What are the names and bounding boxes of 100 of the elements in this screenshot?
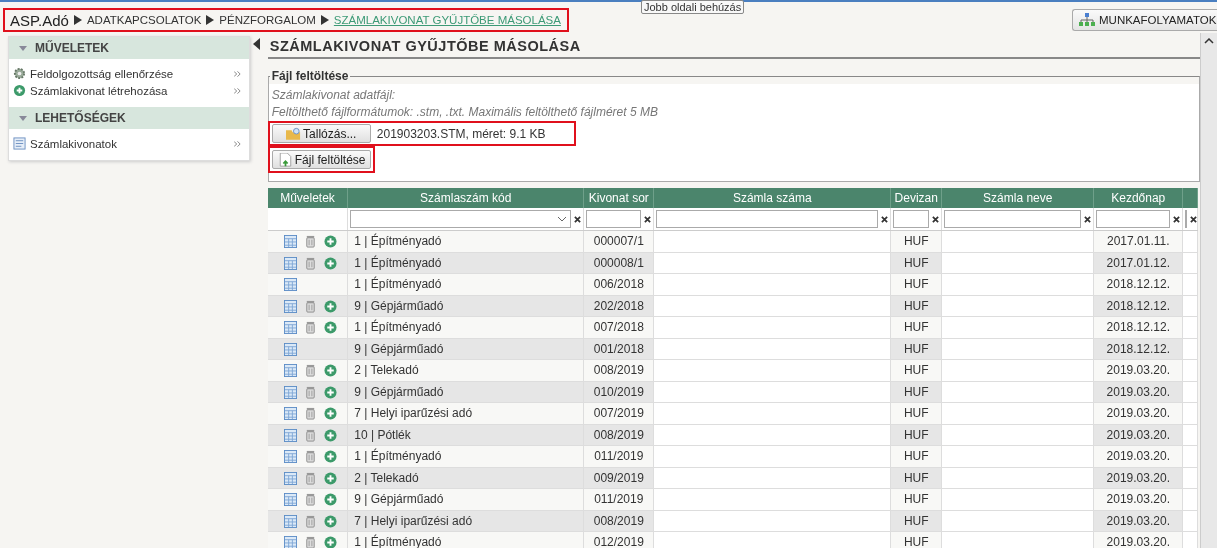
table-view-icon[interactable] <box>283 235 297 249</box>
table-cell: 2019.03.20. <box>1106 363 1170 378</box>
table-cell: HUF <box>903 341 929 356</box>
trash-icon[interactable] <box>303 536 317 548</box>
table-cell: HUF <box>903 320 929 335</box>
table-view-icon[interactable] <box>283 321 297 335</box>
section-header[interactable]: MŰVELETEK <box>9 37 249 59</box>
table-cell: 1 | Építményadó <box>354 535 442 548</box>
filter-field[interactable] <box>656 210 879 228</box>
trash-icon[interactable] <box>303 471 317 485</box>
table-view-icon[interactable] <box>283 407 297 421</box>
add-icon[interactable] <box>323 321 337 335</box>
table-view-icon[interactable] <box>283 364 297 378</box>
add-icon[interactable] <box>323 471 337 485</box>
upload-button[interactable]: Fájl feltöltése <box>271 150 372 169</box>
table-cell: 1 | Építményadó <box>354 449 442 464</box>
section-header[interactable]: LEHETŐSÉGEK <box>9 107 249 129</box>
chevron-icon <box>233 70 241 77</box>
trash-icon[interactable] <box>303 407 317 421</box>
trash-icon[interactable] <box>303 514 317 528</box>
add-icon[interactable] <box>323 235 337 249</box>
add-icon[interactable] <box>323 450 337 464</box>
add-icon[interactable] <box>323 364 337 378</box>
separator-arrow-icon <box>206 15 215 25</box>
trash-icon[interactable] <box>303 299 317 313</box>
table-cell: 007/2019 <box>593 406 644 421</box>
breadcrumb-item[interactable]: PÉNZFORGALOM <box>219 14 316 26</box>
field-label: Számlakivonat adatfájl: <box>271 87 397 104</box>
collapse-icon[interactable] <box>253 38 261 50</box>
hierarchy-icon <box>1079 13 1095 27</box>
add-icon[interactable] <box>323 256 337 270</box>
add-icon[interactable] <box>323 407 337 421</box>
table-view-icon[interactable] <box>283 536 297 548</box>
clear-icon[interactable] <box>1190 215 1198 223</box>
table-cell: 2019.03.20. <box>1106 427 1170 442</box>
sidebar-item[interactable]: Számlakivonatok <box>9 135 249 152</box>
table-view-icon[interactable] <box>283 278 297 292</box>
table-cell: 000007/1 <box>593 234 644 249</box>
clear-icon[interactable] <box>1173 215 1181 223</box>
caret-icon <box>19 115 27 121</box>
table-view-icon[interactable] <box>283 471 297 485</box>
sidebar-item[interactable]: Feldolgozottság ellenőrzése <box>9 65 249 82</box>
table-view-icon[interactable] <box>283 256 297 270</box>
table-cell: 009/2019 <box>593 470 644 485</box>
table-cell: HUF <box>903 234 929 249</box>
table-view-icon[interactable] <box>283 342 297 356</box>
trash-icon[interactable] <box>303 493 317 507</box>
table-view-icon[interactable] <box>283 514 297 528</box>
trash-icon[interactable] <box>303 321 317 335</box>
clear-icon[interactable] <box>1084 215 1092 223</box>
filter-field[interactable] <box>893 210 930 228</box>
table-cell: HUF <box>903 470 929 485</box>
add-icon[interactable] <box>323 385 337 399</box>
clear-icon[interactable] <box>644 215 652 223</box>
trash-icon[interactable] <box>303 450 317 464</box>
clear-icon[interactable] <box>881 215 889 223</box>
filter-field[interactable] <box>350 210 572 228</box>
clear-icon[interactable] <box>932 215 940 223</box>
trash-icon[interactable] <box>303 256 317 270</box>
dropdown-caret-icon[interactable] <box>557 216 568 222</box>
breadcrumb-item[interactable]: ADATKAPCSOLATOK <box>86 14 202 26</box>
add-icon[interactable] <box>323 493 337 507</box>
table-cell: HUF <box>903 298 929 313</box>
table-cell: HUF <box>903 384 929 399</box>
scrollbar[interactable] <box>1200 33 1217 548</box>
trash-icon[interactable] <box>303 428 317 442</box>
table-view-icon[interactable] <box>283 428 297 442</box>
filter-field[interactable] <box>944 210 1082 228</box>
trash-icon[interactable] <box>303 385 317 399</box>
browse-button[interactable]: Tallózás... <box>271 124 371 143</box>
table-view-icon[interactable] <box>283 493 297 507</box>
table-cell: 10 | Pótlék <box>354 427 411 442</box>
table-cell: 9 | Gépjárműadó <box>354 492 444 507</box>
table-cell: 7 | Helyi iparűzési adó <box>354 406 473 421</box>
trash-icon[interactable] <box>303 235 317 249</box>
add-icon[interactable] <box>323 514 337 528</box>
table-cell: 2019.03.20. <box>1106 513 1170 528</box>
file-info: 201903203.STM, méret: 9.1 KB <box>376 126 546 141</box>
table-view-icon[interactable] <box>283 299 297 313</box>
scroll-up-icon[interactable] <box>1204 38 1214 44</box>
table-cell: 012/2019 <box>593 535 644 548</box>
table-cell: 2019.03.20. <box>1106 449 1170 464</box>
sidebar-item[interactable]: Számlakivonat létrehozása <box>9 82 249 99</box>
add-icon[interactable] <box>323 299 337 313</box>
table-cell: 000008/1 <box>593 255 644 270</box>
filter-field[interactable] <box>586 210 642 228</box>
table-cell: 2019.03.20. <box>1106 406 1170 421</box>
table-cell: 2018.12.12. <box>1106 298 1170 313</box>
filter-field[interactable] <box>1185 210 1188 228</box>
add-icon[interactable] <box>323 428 337 442</box>
filter-field[interactable] <box>1096 210 1171 228</box>
table-view-icon[interactable] <box>283 450 297 464</box>
table-cell: 008/2019 <box>593 363 644 378</box>
table-view-icon[interactable] <box>283 385 297 399</box>
clear-icon[interactable] <box>574 215 582 223</box>
add-icon[interactable] <box>323 536 337 548</box>
breadcrumb-item[interactable]: ASP.Adó <box>10 11 69 29</box>
trash-icon[interactable] <box>303 364 317 378</box>
table-cell: 001/2018 <box>593 341 644 356</box>
workflow-button[interactable]: MUNKAFOLYAMATOK <box>1072 9 1217 31</box>
